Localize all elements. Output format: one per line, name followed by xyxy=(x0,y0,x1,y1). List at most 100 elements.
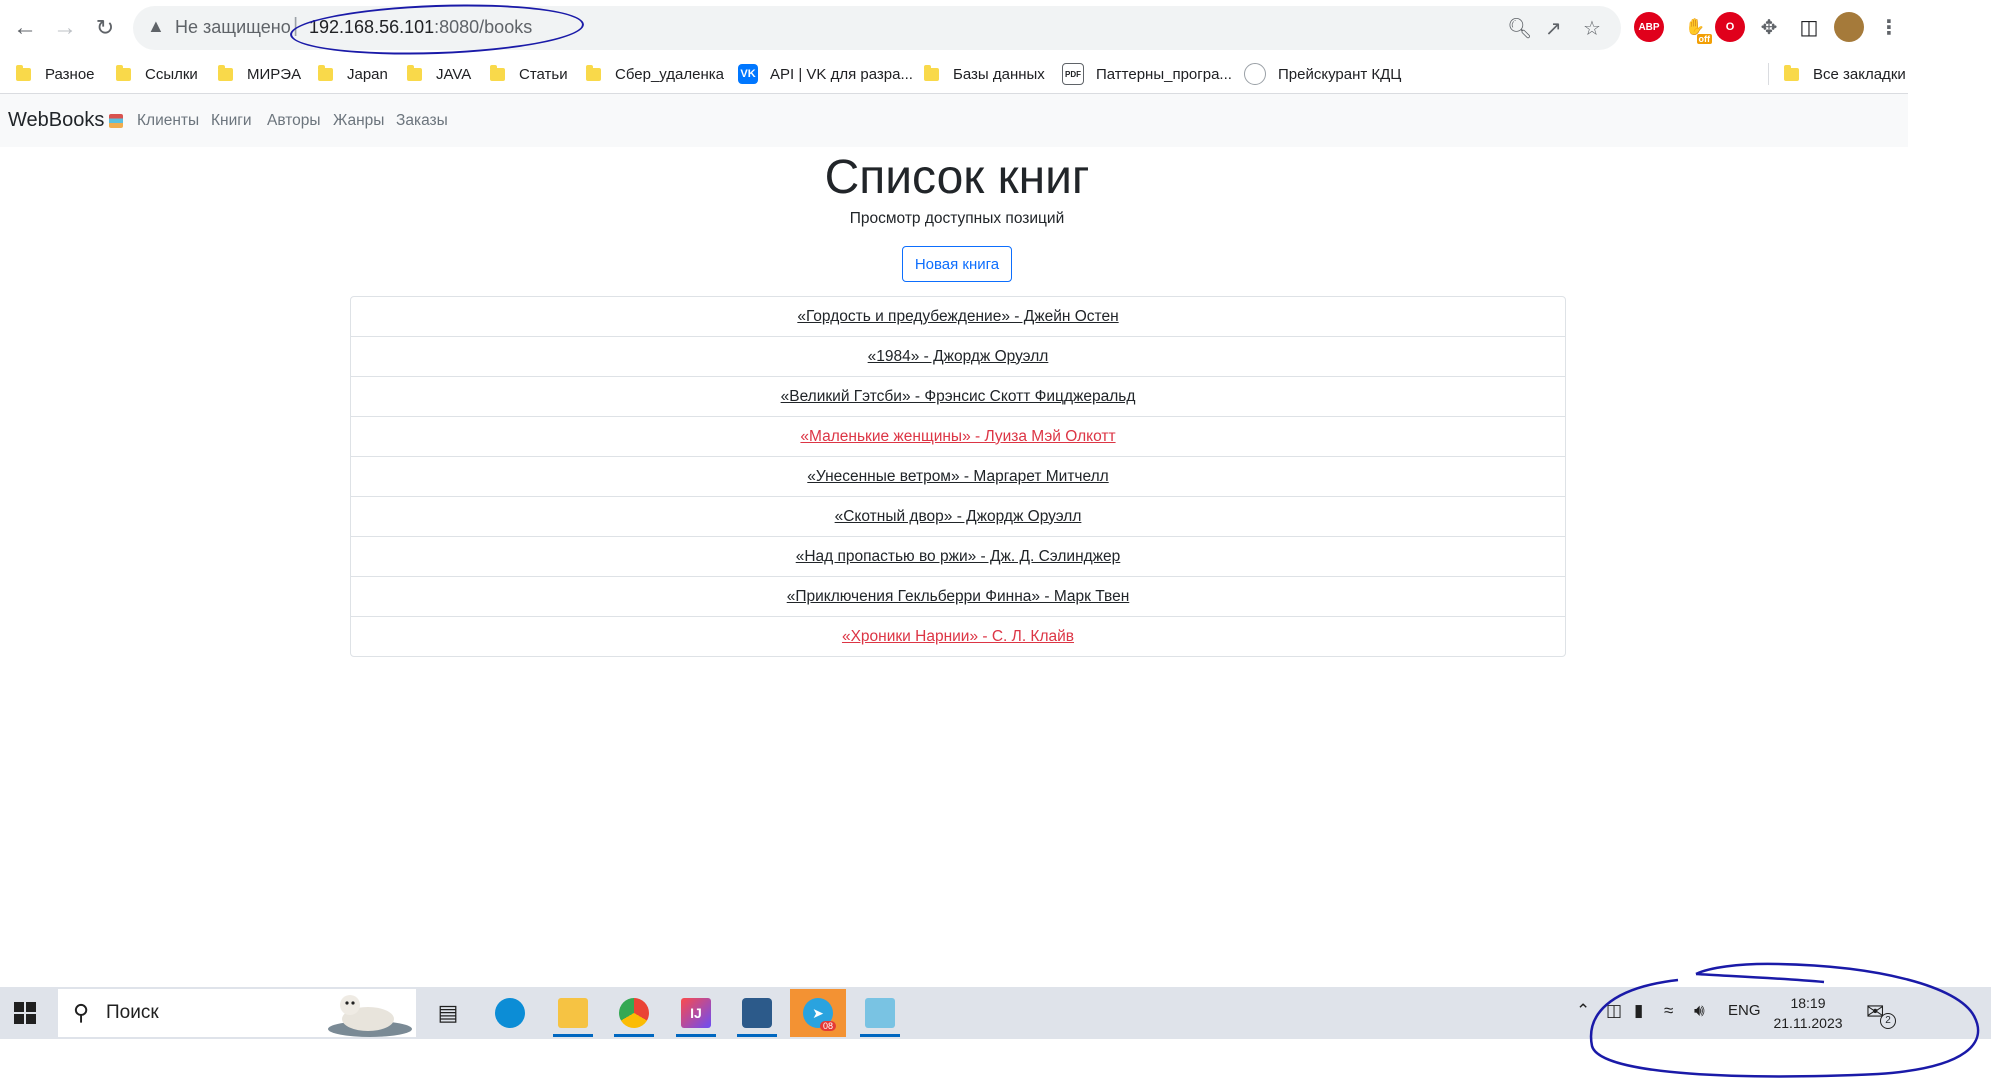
language-indicator[interactable]: ENG xyxy=(1728,1002,1761,1019)
folder-icon xyxy=(318,64,333,81)
zoom-icon[interactable]: 🔍︎ xyxy=(1507,16,1532,41)
site-brand[interactable]: WebBooks xyxy=(8,109,124,132)
adblock-plus-icon[interactable]: ABP xyxy=(1634,12,1664,42)
warning-icon[interactable]: ▲ xyxy=(147,16,165,37)
bookmark-ssylki[interactable]: Ссылки xyxy=(116,63,198,85)
forward-icon[interactable]: → xyxy=(50,13,80,43)
list-item: «Приключения Гекльберри Финна» - Марк Тв… xyxy=(351,577,1565,617)
new-book-button[interactable]: Новая книга xyxy=(902,246,1012,282)
taskbar-search[interactable]: ⚲ Поиск xyxy=(58,989,416,1037)
web-page: WebBooks Клиенты Книги Авторы Жанры Зака… xyxy=(0,94,1908,987)
reload-icon[interactable]: ↻ xyxy=(90,13,120,43)
ext-off-icon[interactable]: ✋ off xyxy=(1680,12,1712,44)
notification-badge: 2 xyxy=(1880,1013,1896,1029)
bookmark-stati[interactable]: Статьи xyxy=(490,63,568,85)
list-item: «Хроники Нарнии» - С. Л. Клайв xyxy=(351,617,1565,656)
address-bar[interactable]: ▲ Не защищено | 192.168.56.101:8080/book… xyxy=(133,6,1621,50)
file-explorer-icon[interactable] xyxy=(545,989,601,1037)
intellij-icon[interactable]: IJ xyxy=(668,989,724,1037)
volume-icon[interactable]: 🔊︎ xyxy=(1694,1001,1705,1021)
bookmark-label: Japan xyxy=(347,65,388,83)
clock[interactable]: 18:19 21.11.2023 xyxy=(1766,993,1850,1033)
nav-orders[interactable]: Заказы xyxy=(396,112,448,130)
task-view-icon[interactable]: ▤ xyxy=(420,989,476,1037)
wifi-icon[interactable]: ≈ xyxy=(1664,1001,1673,1021)
bookmarks-divider xyxy=(1768,63,1769,85)
list-item: «Великий Гэтсби» - Фрэнсис Скотт Фицджер… xyxy=(351,377,1565,417)
book-link[interactable]: «Приключения Гекльберри Финна» - Марк Тв… xyxy=(787,588,1130,606)
book-link[interactable]: «Унесенные ветром» - Маргарет Митчелл xyxy=(807,468,1108,486)
star-icon[interactable]: ☆ xyxy=(1583,16,1601,41)
pdf-icon: PDF xyxy=(1062,63,1084,85)
bookmark-label: Статьи xyxy=(519,65,568,83)
side-panel-icon[interactable]: ◫ xyxy=(1794,12,1824,42)
list-item: «Над пропастью во ржи» - Дж. Д. Сэлиндже… xyxy=(351,537,1565,577)
chevron-up-icon[interactable]: ⌃ xyxy=(1576,1001,1590,1021)
bookmark-sber[interactable]: Сбер_удаленка xyxy=(586,63,724,85)
clock-date: 21.11.2023 xyxy=(1773,1015,1843,1031)
nav-books[interactable]: Книги xyxy=(211,112,252,130)
edge-icon[interactable] xyxy=(482,989,538,1037)
share-icon[interactable]: ↗ xyxy=(1545,16,1562,41)
brand-text: WebBooks xyxy=(8,109,105,131)
bookmark-label: JAVA xyxy=(436,65,472,83)
url-host: 192.168.56.101 xyxy=(309,17,435,37)
folder-icon xyxy=(16,64,31,81)
bookmark-patterns[interactable]: PDF Паттерны_програ... xyxy=(1062,63,1232,85)
bookmark-label: Базы данных xyxy=(953,65,1045,83)
menu-kebab-icon[interactable]: ⋮ xyxy=(1874,12,1904,42)
bookmark-label: Разное xyxy=(45,65,95,83)
bookmark-label: Ссылки xyxy=(145,65,198,83)
chrome-icon[interactable] xyxy=(606,989,662,1037)
opera-vpn-icon[interactable]: O xyxy=(1715,12,1745,42)
bookmark-all[interactable]: Все закладки xyxy=(1784,63,1906,85)
nav-genres[interactable]: Жанры xyxy=(333,112,384,130)
notepad-icon[interactable] xyxy=(852,989,908,1037)
omnibox-separator: | xyxy=(293,15,299,37)
list-item: «Скотный двор» - Джордж Оруэлл xyxy=(351,497,1565,537)
nav-authors[interactable]: Авторы xyxy=(267,112,321,130)
book-link[interactable]: «Великий Гэтсби» - Фрэнсис Скотт Фицджер… xyxy=(781,388,1136,406)
list-item: «Маленькие женщины» - Луиза Мэй Олкотт xyxy=(351,417,1565,457)
bookmark-label: Все закладки xyxy=(1813,65,1906,83)
bookmark-label: Сбер_удаленка xyxy=(615,65,724,83)
bookmark-japan[interactable]: Japan xyxy=(318,63,388,85)
security-label[interactable]: Не защищено xyxy=(175,17,291,38)
search-placeholder: Поиск xyxy=(106,1002,159,1023)
folder-icon xyxy=(1784,64,1799,81)
book-link[interactable]: «Над пропастью во ржи» - Дж. Д. Сэлиндже… xyxy=(796,548,1121,566)
bookmark-vk-api[interactable]: VK API | VK для разра... xyxy=(738,63,913,85)
book-link[interactable]: «Маленькие женщины» - Луиза Мэй Олкотт xyxy=(800,428,1115,446)
folder-icon xyxy=(116,64,131,81)
url-text[interactable]: 192.168.56.101:8080/books xyxy=(309,17,532,38)
book-link[interactable]: «1984» - Джордж Оруэлл xyxy=(868,348,1049,366)
book-list: «Гордость и предубеждение» - Джейн Остен… xyxy=(350,296,1566,657)
telegram-icon[interactable]: ➤ 08 xyxy=(790,989,846,1037)
list-item: «Гордость и предубеждение» - Джейн Остен xyxy=(351,297,1565,337)
book-link[interactable]: «Хроники Нарнии» - С. Л. Клайв xyxy=(842,628,1074,646)
page-subtitle: Просмотр доступных позиций xyxy=(849,210,1065,227)
bookmark-databases[interactable]: Базы данных xyxy=(924,63,1045,85)
nav-clients[interactable]: Клиенты xyxy=(137,112,199,130)
folder-icon xyxy=(924,64,939,81)
telegram-badge: 08 xyxy=(819,1021,836,1031)
back-icon[interactable]: ← xyxy=(10,13,40,43)
browser-toolbar: ← → ↻ ▲ Не защищено | 192.168.56.101:808… xyxy=(0,0,1908,56)
folder-icon xyxy=(586,64,601,81)
windows-start-icon[interactable] xyxy=(14,1002,36,1024)
bookmark-label: Прейскурант КДЦ xyxy=(1278,65,1402,83)
bookmark-price[interactable]: Прейскурант КДЦ xyxy=(1244,63,1401,85)
clock-time: 18:19 xyxy=(1790,995,1826,1011)
profile-avatar[interactable] xyxy=(1834,12,1864,42)
puzzle-icon[interactable]: ✥ xyxy=(1754,12,1784,42)
windows-taskbar: ⚲ Поиск ▤ IJ ➤ 08 ⌃ ◫ ▮ ≈ 🔊︎ ENG 18:19 21.… xyxy=(0,987,1991,1039)
bookmark-mirea[interactable]: МИРЭА xyxy=(218,63,301,85)
book-link[interactable]: «Скотный двор» - Джордж Оруэлл xyxy=(835,508,1082,526)
bookmark-raznoe[interactable]: Разное xyxy=(16,63,95,85)
virtualbox-icon[interactable] xyxy=(729,989,785,1037)
battery-icon[interactable]: ▮ xyxy=(1634,1001,1643,1021)
bookmark-java[interactable]: JAVA xyxy=(407,63,471,85)
device-icon[interactable]: ◫ xyxy=(1606,1001,1622,1021)
bookmark-label: API | VK для разра... xyxy=(770,65,913,83)
book-link[interactable]: «Гордость и предубеждение» - Джейн Остен xyxy=(797,308,1118,326)
